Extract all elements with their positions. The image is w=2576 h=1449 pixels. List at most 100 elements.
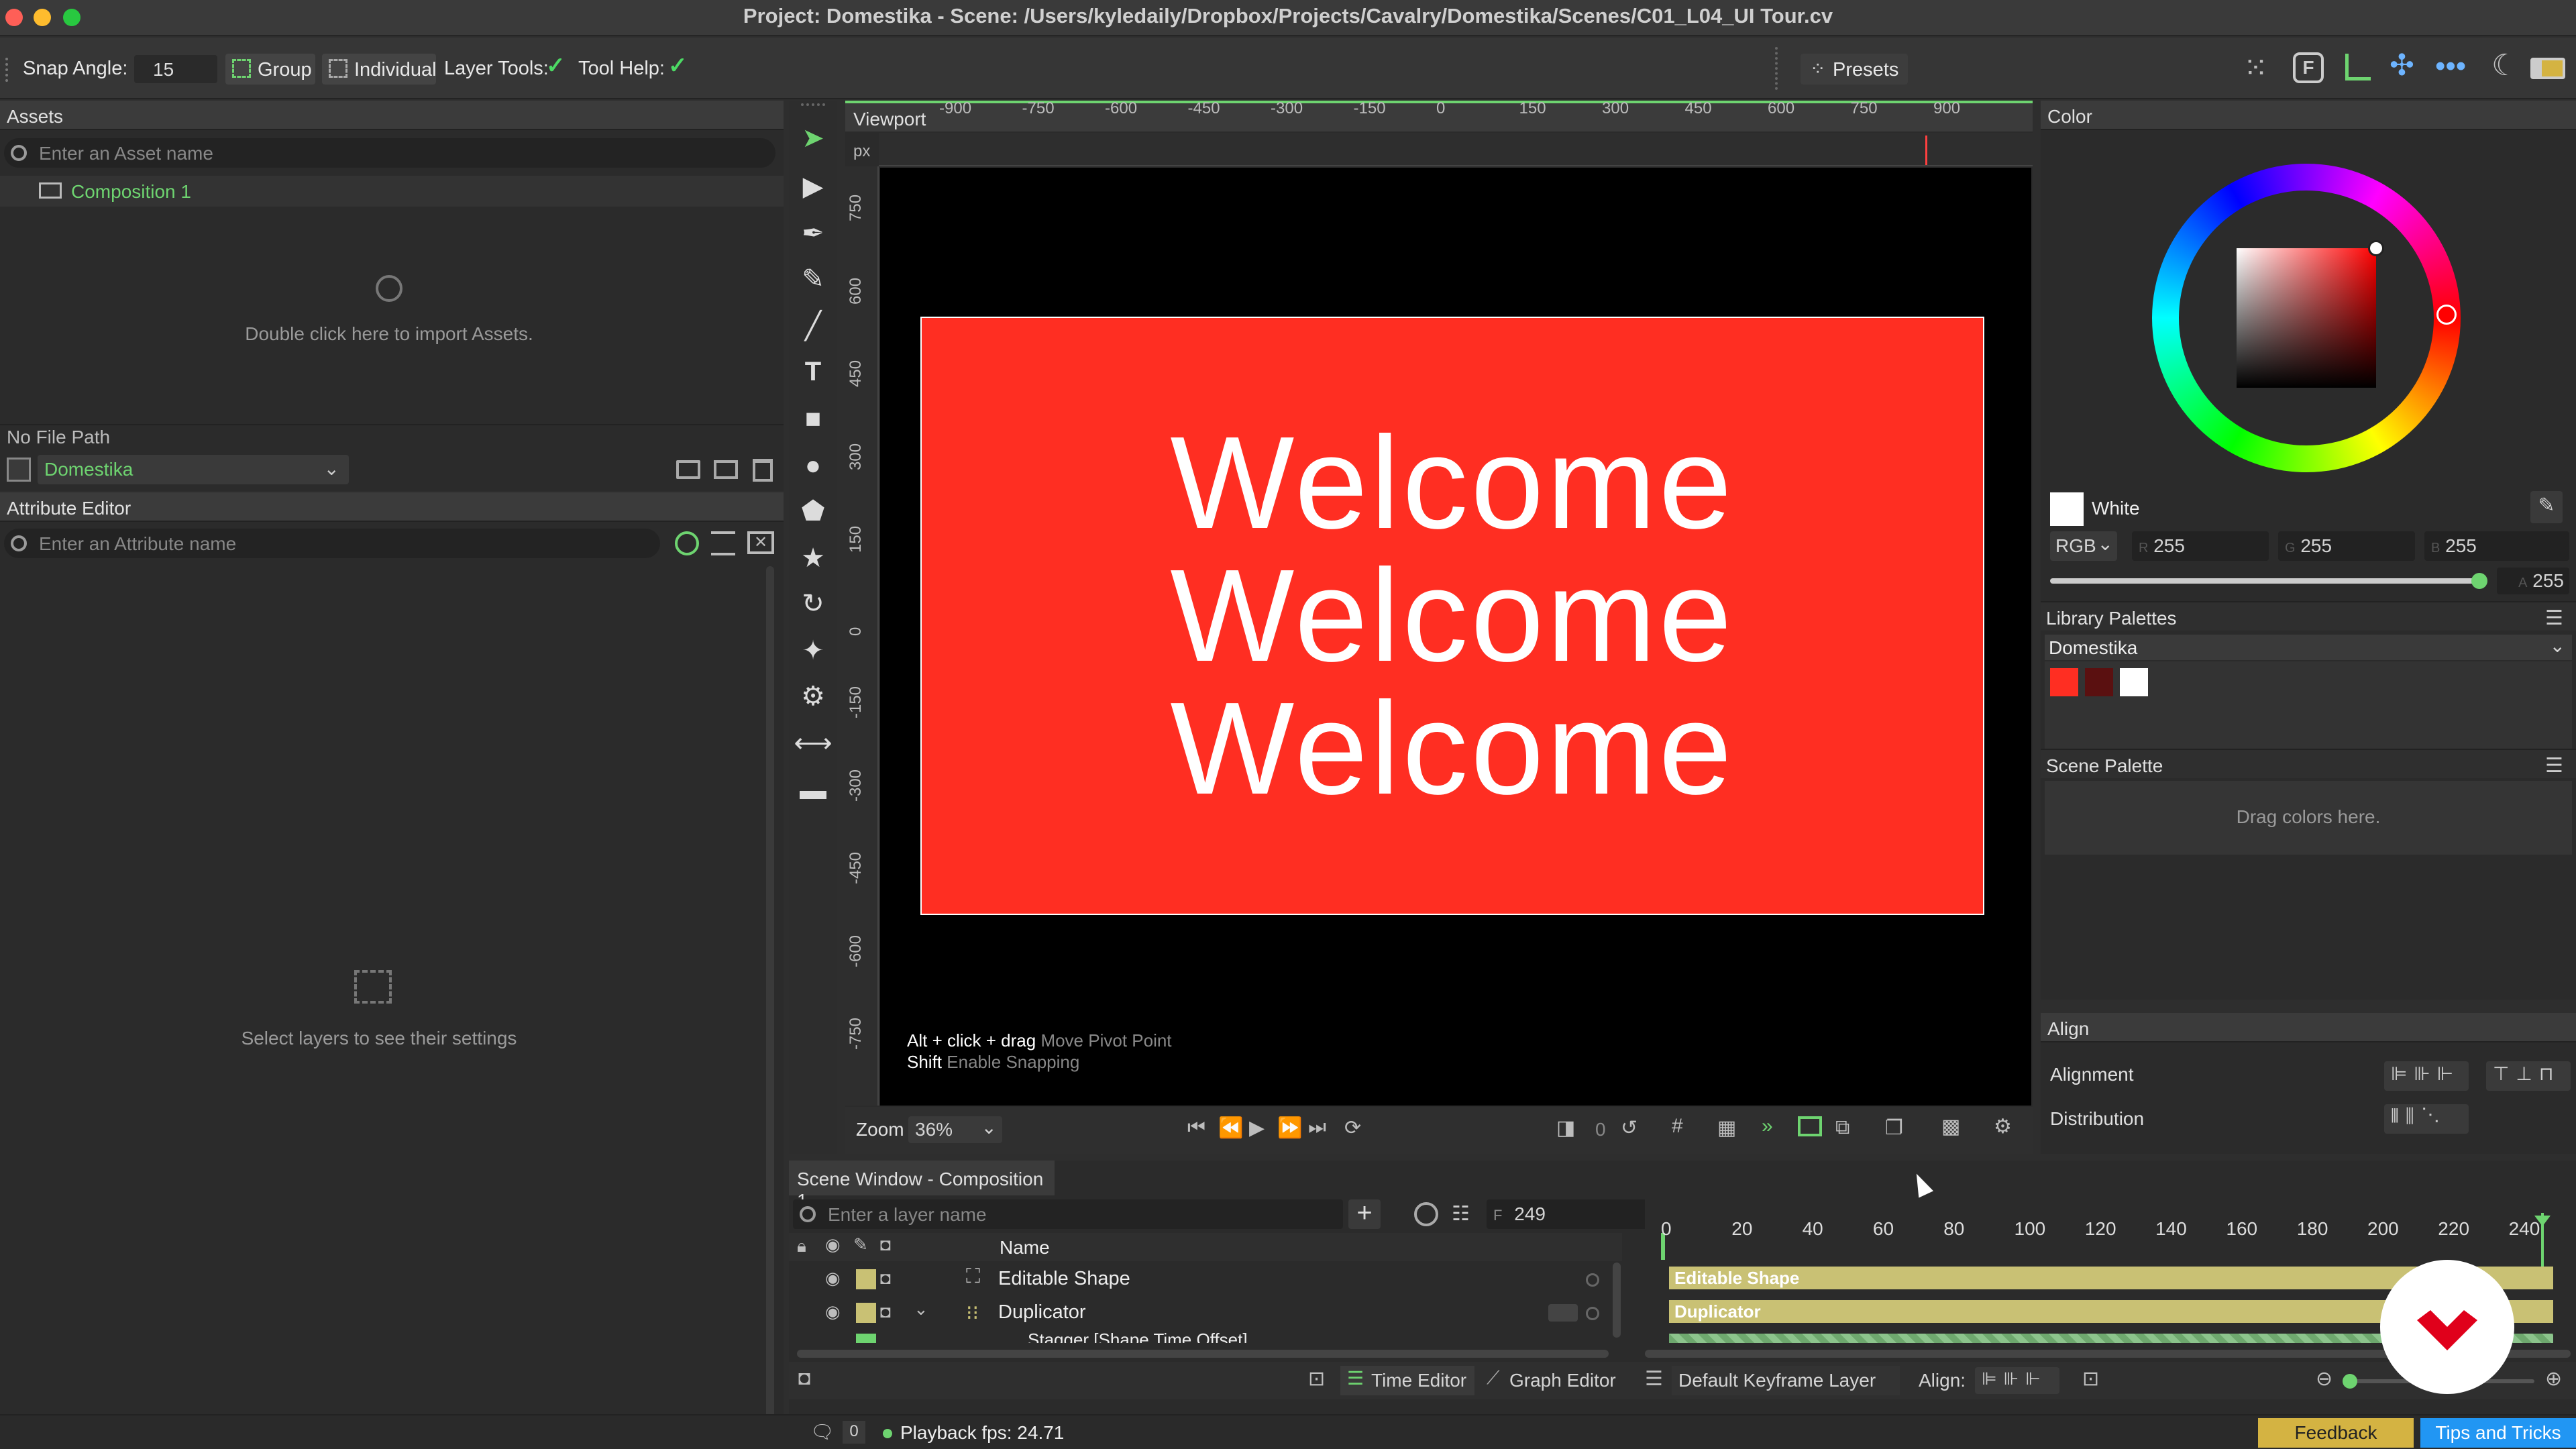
polygon-tool-icon[interactable]: ⬟ [796,494,830,529]
motion-icon[interactable]: » [1762,1115,1773,1138]
grid-icon[interactable]: # [1672,1115,1683,1138]
align-keys-buttons[interactable]: ⊫⊪⊩ [1975,1367,2059,1394]
zoom-in-icon[interactable]: ⊕ [2545,1367,2562,1391]
layout-toggle-icon[interactable]: ▦ [1717,1116,1736,1140]
resize-tool-icon[interactable]: ⟷ [794,726,832,761]
layer-row-editable-shape[interactable]: ◉ ◘ ⛶ Editable Shape [789,1263,1622,1296]
red-input[interactable]: R 255 [2132,531,2269,561]
layer-row-stagger[interactable]: Stagger [Shape Time Offset] [789,1330,1622,1343]
rectangle-tool-icon[interactable]: ■ [796,401,830,436]
asset-search-input[interactable]: Enter an Asset name [4,138,775,168]
text-tool-icon[interactable]: T [796,354,830,389]
trash-icon[interactable] [753,459,773,482]
timeline-zoom-handle[interactable] [2343,1374,2357,1389]
attribute-search-input[interactable]: Enter an Attribute name [4,529,660,558]
camera-icon[interactable]: ◨ [1556,1116,1575,1140]
line-tool-icon[interactable]: ╱ [796,309,830,343]
project-select[interactable]: Domestika ⌄ [38,455,349,484]
next-frame-icon[interactable]: ⏩ [1277,1116,1302,1140]
layer-color-swatch[interactable] [856,1303,876,1323]
clear-icon[interactable]: ✕ [747,531,774,554]
locate-icon[interactable] [675,531,699,555]
snap-angle-input[interactable]: 15 [134,55,217,83]
group-toggle[interactable]: Group [225,54,315,85]
scene-palette-drop[interactable]: Drag colors here. [2045,781,2572,855]
attribute-scrollbar[interactable] [766,566,774,1432]
pen-tool-icon[interactable]: ✒ [796,216,830,251]
visibility-icon[interactable]: ◉ [825,1301,841,1322]
moon-icon[interactable]: ☾ [2491,48,2518,83]
play-icon[interactable]: ▶ [1249,1116,1265,1140]
tool-help-checkbox[interactable]: ✓ [668,52,688,79]
saturation-handle[interactable] [2368,240,2384,256]
star-tool-icon[interactable]: ★ [796,541,830,576]
render-icon[interactable]: ◘ [880,1268,891,1289]
alpha-slider-handle[interactable] [2471,573,2487,589]
scene-palette-menu-icon[interactable]: ☰ [2545,754,2563,777]
visibility-icon[interactable]: ◉ [825,1268,841,1289]
layer-list-hscroll[interactable] [797,1350,1609,1358]
checker-icon[interactable]: ▩ [1941,1115,1960,1138]
viewport-settings-icon[interactable]: ⚙ [1994,1115,2012,1138]
presets-button[interactable]: ⁘ Presets [1801,54,1908,85]
filter-layers-icon[interactable]: ☷ [1452,1202,1470,1226]
time-editor-tab[interactable]: ☰ Time Editor [1340,1366,1474,1395]
layer-list-scrollbar[interactable] [1613,1263,1621,1338]
hue-handle[interactable] [2436,305,2457,325]
alpha-input[interactable]: A 255 [2497,568,2569,594]
blue-input[interactable]: B 255 [2424,531,2569,561]
tips-button[interactable]: Tips and Tricks [2420,1418,2576,1448]
zoom-select[interactable]: 36% ⌄ [908,1116,1002,1143]
composition-frame[interactable]: Welcome Welcome Welcome [920,317,1984,915]
color-wheel[interactable] [2152,164,2461,472]
individual-toggle[interactable]: Individual [322,54,437,85]
library-palette-select[interactable]: Domestika ⌄ [2045,635,2572,660]
eyedropper-icon[interactable]: ✎ [2530,491,2563,523]
folder-icon[interactable] [676,460,700,479]
asset-item-composition[interactable]: Composition 1 [0,176,784,207]
swatch-dark-red[interactable] [2085,668,2113,696]
gear-tool-icon[interactable]: ⚙ [796,679,830,714]
select-tool-icon[interactable]: ➤ [796,121,830,156]
direct-select-tool-icon[interactable]: ▶ [796,169,830,204]
overlay-icon[interactable]: ⧉ [1835,1116,1849,1139]
pivot-icon[interactable]: ✣ [2390,48,2414,83]
layer-search-input[interactable]: Enter a layer name [793,1199,1343,1229]
zoom-out-icon[interactable]: ⊖ [2316,1367,2332,1391]
feedback-button[interactable]: Feedback [2258,1418,2414,1448]
viewport-canvas[interactable]: Welcome Welcome Welcome Alt + click + dr… [880,168,2031,1106]
align-bar-icon[interactable] [2345,54,2371,80]
expand-chevron-icon[interactable]: ⌄ [914,1299,928,1320]
color-mode-select[interactable]: RGB ⌄ [2050,531,2117,561]
prev-frame-icon[interactable]: ⏪ [1218,1116,1243,1140]
layer-color-swatch[interactable] [856,1269,876,1289]
sparkle-tool-icon[interactable]: ✦ [796,633,830,668]
snap-frame-icon[interactable]: F [2293,52,2324,83]
capsule-tool-icon[interactable]: ▬ [796,773,830,808]
arc-tool-icon[interactable]: ↻ [796,586,830,621]
swatch-white[interactable] [2120,668,2148,696]
rotate-icon[interactable]: ↺ [1621,1116,1638,1140]
distribute-buttons[interactable]: ⫴⫼⋱ [2384,1104,2469,1134]
keyframe-layer-select[interactable]: Default Keyframe Layer [1672,1366,1900,1395]
distribute-icon[interactable]: ••• [2435,50,2466,83]
layers-icon[interactable]: ❐ [1885,1116,1903,1140]
filter-icon[interactable] [711,531,735,555]
grid-dots-icon[interactable]: ⁙ [2243,51,2268,85]
fit-view-icon[interactable]: ⊡ [2082,1367,2099,1391]
render-icon[interactable]: ◘ [880,1301,891,1322]
display-icon[interactable] [714,460,738,479]
import-assets-hint[interactable]: Double click here to import Assets. [0,323,778,345]
focus-icon[interactable]: ⊡ [1308,1367,1325,1391]
layout-icon[interactable] [2530,58,2565,79]
green-input[interactable]: G 255 [2278,531,2415,561]
scene-window-tab[interactable]: Scene Window - Composition 1 [789,1161,1055,1211]
first-frame-icon[interactable]: ⏮ [1187,1116,1205,1139]
graph-editor-tab[interactable]: ⟋ Graph Editor [1479,1366,1619,1395]
layer-tools-checkbox[interactable]: ✓ [546,52,566,79]
pencil-tool-icon[interactable]: ✎ [796,262,830,297]
swatch-red[interactable] [2050,668,2078,696]
layer-row-duplicator[interactable]: ◉ ◘ ⌄ ⁝⁝ Duplicator [789,1296,1622,1330]
layer-color-swatch[interactable] [856,1334,876,1343]
current-color-swatch[interactable] [2050,492,2084,526]
